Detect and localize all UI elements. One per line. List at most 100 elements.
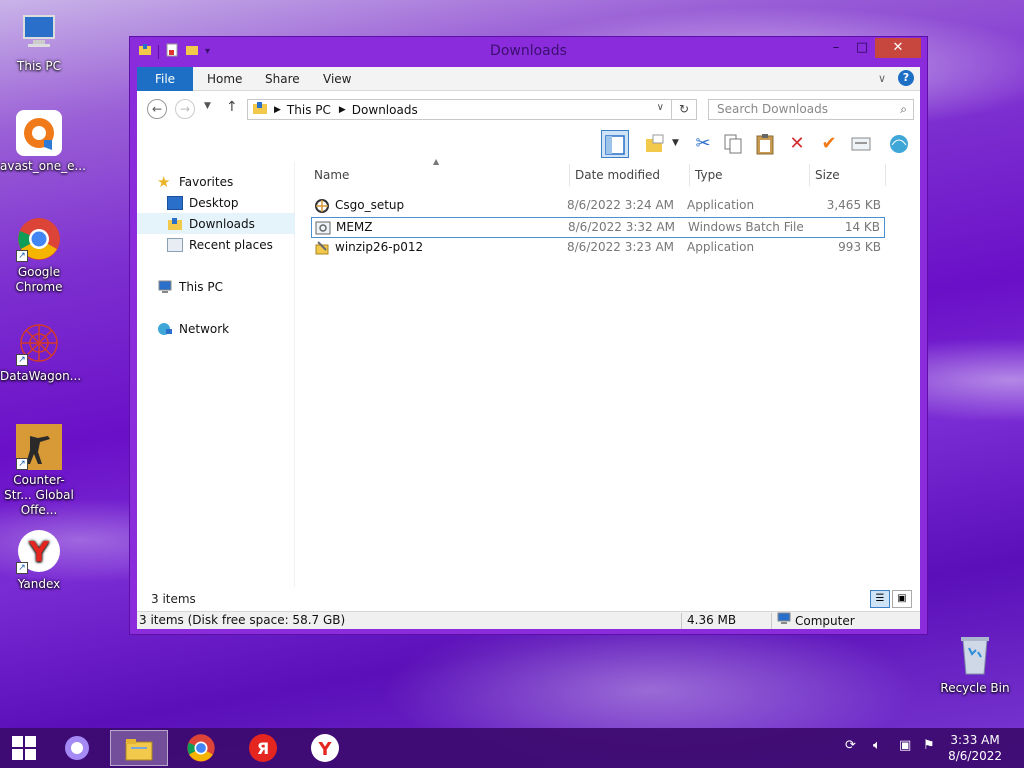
desktop-icon-this-pc[interactable]: This PC <box>0 10 78 74</box>
network-tray-icon[interactable]: ▣ <box>899 738 911 753</box>
desktop-icon-label: Google Chrome <box>15 265 63 294</box>
file-row-winzip[interactable]: winzip26-p012 8/6/2022 3:23 AM Applicati… <box>311 238 885 259</box>
address-bar[interactable]: ▶ This PC ▶ Downloads ∨ <box>247 99 697 120</box>
yandex-browser-taskbar-icon[interactable]: Я <box>234 730 292 766</box>
preview-pane-button[interactable] <box>601 130 629 158</box>
copy-icon[interactable] <box>719 130 747 158</box>
breadcrumb-downloads[interactable]: Downloads <box>352 103 418 117</box>
sidebar-item-this-pc[interactable]: This PC <box>137 276 295 297</box>
rename-check-icon[interactable]: ✔ <box>815 130 843 158</box>
shortcut-arrow-icon: ↗ <box>16 562 28 574</box>
properties-icon[interactable] <box>847 130 875 158</box>
file-list: ▲ Name Date modified Type Size Csgo_setu… <box>305 157 886 587</box>
explorer-window: ▾ Downloads – □ ✕ File Home Share View ∨… <box>129 36 928 635</box>
desktop-icon-label: Counter-Str... Global Offe... <box>4 473 74 517</box>
clock-time: 3:33 AM <box>950 733 1000 747</box>
file-row-csgo-setup[interactable]: Csgo_setup 8/6/2022 3:24 AM Application … <box>311 196 885 217</box>
tab-share[interactable]: Share <box>251 67 314 91</box>
column-header-type[interactable]: Type <box>695 164 723 186</box>
sidebar-item-label: Favorites <box>179 174 234 189</box>
start-button[interactable] <box>0 730 48 766</box>
sidebar-item-label: This PC <box>179 279 223 294</box>
status-disk-space: 3 items (Disk free space: 58.7 GB) <box>139 613 346 627</box>
title-bar[interactable]: ▾ Downloads – □ ✕ <box>130 37 927 67</box>
file-explorer-taskbar-icon[interactable] <box>110 730 168 766</box>
desktop-icon <box>167 195 183 210</box>
file-row-memz[interactable]: MEMZ 8/6/2022 3:32 AM Windows Batch File… <box>311 217 885 238</box>
desktop-icon-csgo[interactable]: ↗ Counter-Str... Global Offe... <box>0 424 78 518</box>
sidebar-item-favorites[interactable]: ★ Favorites <box>157 171 295 192</box>
minimize-button[interactable]: – <box>823 38 849 58</box>
file-name: winzip26-p012 <box>335 240 424 254</box>
alice-assistant-icon[interactable] <box>48 730 106 766</box>
star-icon: ★ <box>157 172 171 191</box>
refresh-button[interactable]: ↻ <box>671 99 697 120</box>
yandex-taskbar-icon[interactable]: Y <box>296 730 354 766</box>
desktop-icon-datawagon[interactable]: ↗ DataWagon... <box>0 320 82 384</box>
clock-date: 8/6/2022 <box>948 749 1002 763</box>
action-center-icon[interactable]: ⚑ <box>923 738 935 753</box>
avast-icon <box>16 110 62 156</box>
desktop-icon-avast[interactable]: avast_one_e... <box>0 110 86 174</box>
window-body: File Home Share View ∨ ? ← → ▼ ↑ ▶ This … <box>137 67 920 629</box>
desktop-icon-label: Recycle Bin <box>940 681 1010 695</box>
volume-muted-icon[interactable]: 🔈︎ <box>873 738 881 753</box>
large-icons-view-button[interactable]: ▣ <box>892 590 912 608</box>
expand-ribbon-icon[interactable]: ∨ <box>878 72 886 85</box>
maximize-button[interactable]: □ <box>849 38 875 58</box>
shell-icon[interactable] <box>885 130 913 158</box>
tab-file[interactable]: File <box>137 67 193 91</box>
svg-text:Y: Y <box>28 535 50 568</box>
desktop-icon-recycle-bin[interactable]: Recycle Bin <box>936 632 1014 696</box>
file-type: Application <box>687 240 755 254</box>
search-input[interactable]: Search Downloads ⌕ <box>708 99 914 120</box>
chrome-icon: ↗ <box>16 216 62 262</box>
move-to-icon[interactable] <box>641 130 669 158</box>
up-button[interactable]: ↑ <box>226 99 238 115</box>
chevron-down-icon[interactable]: ▼ <box>672 138 679 148</box>
tab-home[interactable]: Home <box>193 67 256 91</box>
desktop-icon-label: DataWagon... <box>0 369 82 383</box>
back-button[interactable]: ← <box>147 99 167 119</box>
sidebar-item-label: Downloads <box>189 216 255 231</box>
chrome-taskbar-icon[interactable] <box>172 730 230 766</box>
address-dropdown-icon[interactable]: ∨ <box>657 102 664 113</box>
delete-icon[interactable]: ✕ <box>783 130 811 158</box>
navigation-bar: ← → ▼ ↑ ▶ This PC ▶ Downloads ∨ ↻ Search… <box>137 92 920 126</box>
sidebar-item-desktop[interactable]: Desktop <box>137 192 295 213</box>
close-button[interactable]: ✕ <box>875 38 921 58</box>
file-type: Application <box>687 198 755 212</box>
breadcrumb-separator-icon: ▶ <box>274 104 281 115</box>
svg-text:Y: Y <box>317 739 332 760</box>
item-count-bar: 3 items ☰ ▣ <box>137 587 920 611</box>
breadcrumb-this-pc[interactable]: This PC <box>287 103 331 117</box>
sidebar-item-network[interactable]: Network <box>137 318 295 339</box>
help-icon[interactable]: ? <box>898 70 914 86</box>
taskbar-clock[interactable]: 3:33 AM 8/6/2022 <box>948 732 1002 764</box>
column-header-size[interactable]: Size <box>815 164 840 186</box>
taskbar: Я Y ⟳ 🔈︎ ▣ ⚑ 3:33 AM 8/6/2022 <box>0 728 1024 768</box>
column-header-date[interactable]: Date modified <box>575 164 660 186</box>
tab-view[interactable]: View <box>309 67 365 91</box>
recycle-bin-icon <box>952 632 998 678</box>
sidebar-item-recent-places[interactable]: Recent places <box>137 234 295 255</box>
network-icon <box>157 322 173 336</box>
cut-icon[interactable]: ✂ <box>689 130 717 158</box>
shortcut-arrow-icon: ↗ <box>16 458 28 470</box>
sort-arrow-icon: ▲ <box>433 157 440 166</box>
file-date: 8/6/2022 3:23 AM <box>567 240 675 254</box>
svg-text:Я: Я <box>257 739 269 758</box>
forward-button[interactable]: → <box>175 99 195 119</box>
shortcut-arrow-icon: ↗ <box>16 354 28 366</box>
sidebar-item-downloads[interactable]: Downloads <box>137 213 295 234</box>
recent-locations-icon[interactable]: ▼ <box>204 101 211 111</box>
desktop-icon-yandex[interactable]: Y ↗ Yandex <box>0 528 78 592</box>
column-header-name[interactable]: Name <box>314 164 349 186</box>
paste-icon[interactable] <box>751 130 779 158</box>
desktop-icon-chrome[interactable]: ↗ Google Chrome <box>0 216 78 295</box>
sync-tray-icon[interactable]: ⟳ <box>845 738 856 753</box>
datawagon-icon: ↗ <box>16 320 62 366</box>
details-view-button[interactable]: ☰ <box>870 590 890 608</box>
folder-icon <box>252 101 268 118</box>
file-size: 3,465 KB <box>826 198 881 212</box>
